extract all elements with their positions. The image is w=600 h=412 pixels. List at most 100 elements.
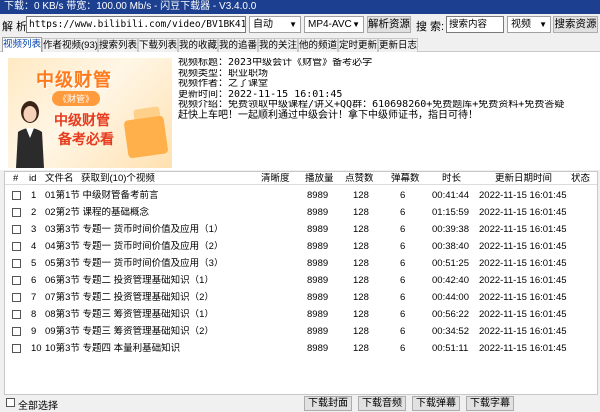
col-duration[interactable]: 时长 <box>442 173 461 184</box>
table-row[interactable]: 5 05第3节 专题一 货币时间价值及应用（3） 8989 128 6 00:5… <box>5 255 597 272</box>
table-row[interactable]: 8 08第3节 专题三 筹资管理基础知识（1） 8989 128 6 00:56… <box>5 306 597 323</box>
cell-name: 04第3节 专题一 货币时间价值及应用（2） <box>45 241 224 252</box>
video-meta: 视频标题：2023中级会计《财管》备考必学 视频类型：职业职场 视频作者：之了课… <box>178 58 598 121</box>
row-checkbox[interactable] <box>12 293 21 302</box>
url-input[interactable]: https://www.bilibili.com/video/BV1BK411Z… <box>26 16 246 33</box>
cell-plays: 8989 <box>307 343 329 354</box>
cell-updated: 2022-11-15 16:01:45 <box>479 292 567 303</box>
col-quality[interactable]: 清晰度 <box>261 173 290 184</box>
cell-plays: 8989 <box>307 207 329 218</box>
table-header: # id 文件名 获取到(10)个视频 清晰度 播放量 点赞数 弹幕数 时长 更… <box>5 172 597 185</box>
download-danmaku-button[interactable]: 下载弹幕 <box>412 396 460 411</box>
format-select[interactable]: MP4-AVC ▼ <box>304 16 364 33</box>
cell-updated: 2022-11-15 16:01:45 <box>479 326 567 337</box>
search-input[interactable]: 搜索内容 <box>446 16 504 33</box>
cell-id: 3 <box>31 224 37 235</box>
tab-my-favorites[interactable]: 我的收藏 <box>178 38 218 52</box>
cell-danmaku: 6 <box>400 309 406 320</box>
tab-search-list[interactable]: 搜索列表 <box>98 38 138 52</box>
window-title: 下载：0 KB/s 带宽：100.00 Mb/s - 闪豆下载器 - V3.4.… <box>4 1 257 12</box>
cell-plays: 8989 <box>307 190 329 201</box>
row-checkbox[interactable] <box>12 259 21 268</box>
cell-id: 7 <box>31 292 37 303</box>
col-plays[interactable]: 播放量 <box>305 173 334 184</box>
download-subtitle-button[interactable]: 下载字幕 <box>466 396 514 411</box>
cell-danmaku: 6 <box>400 190 406 201</box>
search-button[interactable]: 搜索资源 <box>553 16 598 33</box>
col-hash[interactable]: # <box>13 173 18 184</box>
table-row[interactable]: 1 01第1节 中级财管备考前言 8989 128 6 00:41:44 202… <box>5 187 597 204</box>
video-thumbnail: 中级财管 《财管》 中级财管 备考必看 <box>8 58 172 168</box>
cell-likes: 128 <box>353 309 369 320</box>
row-checkbox[interactable] <box>12 208 21 217</box>
row-checkbox[interactable] <box>12 276 21 285</box>
cell-likes: 128 <box>353 241 369 252</box>
cell-likes: 128 <box>353 207 369 218</box>
select-all-label[interactable]: 全部选择 <box>18 397 58 412</box>
download-cover-button[interactable]: 下载封面 <box>304 396 352 411</box>
video-updated: 更新时间：2022-11-15 16:01:45 <box>178 89 343 100</box>
col-status[interactable]: 状态 <box>571 173 590 184</box>
table-row[interactable]: 3 03第3节 专题一 货币时间价值及应用（1） 8989 128 6 00:3… <box>5 221 597 238</box>
video-title: 视频标题：2023中级会计《财管》备考必学 <box>178 58 373 68</box>
tab-scheduled-update[interactable]: 定时更新 <box>338 38 378 52</box>
table-row[interactable]: 6 06第3节 专题二 投资管理基础知识（1） 8989 128 6 00:42… <box>5 272 597 289</box>
tab-author-videos[interactable]: 作者视频(93) <box>42 38 98 52</box>
video-type: 视频类型：职业职场 <box>178 68 268 79</box>
cell-duration: 00:39:38 <box>432 224 469 235</box>
cell-danmaku: 6 <box>400 258 406 269</box>
col-fetched[interactable]: 获取到(10)个视频 <box>81 173 155 184</box>
row-checkbox[interactable] <box>12 344 21 353</box>
tab-video-list[interactable]: 视频列表 <box>2 37 42 53</box>
col-filename[interactable]: 文件名 <box>45 173 74 184</box>
table-row[interactable]: 4 04第3节 专题一 货币时间价值及应用（2） 8989 128 6 00:3… <box>5 238 597 255</box>
footer-bar: 全部选择 下载封面 下载音频 下载弹幕 下载字幕 <box>0 395 600 412</box>
cell-id: 1 <box>31 190 37 201</box>
toolbar: 解 析: https://www.bilibili.com/video/BV1B… <box>0 14 600 36</box>
row-checkbox[interactable] <box>12 327 21 336</box>
cell-duration: 00:51:11 <box>432 343 469 354</box>
cell-plays: 8989 <box>307 258 329 269</box>
tab-changelog[interactable]: 更新日志 <box>378 38 418 52</box>
table-row[interactable]: 2 02第2节 课程的基础概念 8989 128 6 01:15:59 2022… <box>5 204 597 221</box>
window-titlebar: 下载：0 KB/s 带宽：100.00 Mb/s - 闪豆下载器 - V3.4.… <box>0 0 600 14</box>
table-row[interactable]: 10 10第3节 专题四 本量利基础知识 8989 128 6 00:51:11… <box>5 340 597 357</box>
presenter-illustration <box>16 101 44 168</box>
tab-his-channel[interactable]: 他的频道 <box>298 38 338 52</box>
col-id[interactable]: id <box>29 173 36 184</box>
table-row[interactable]: 7 07第3节 专题二 投资管理基础知识（2） 8989 128 6 00:44… <box>5 289 597 306</box>
thumbnail-line3: 备考必看 <box>58 131 114 147</box>
cell-name: 05第3节 专题一 货币时间价值及应用（3） <box>45 258 224 269</box>
cell-duration: 00:56:22 <box>432 309 469 320</box>
cell-id: 4 <box>31 241 37 252</box>
tab-bar: 视频列表 作者视频(93) 搜索列表 下载列表 我的收藏 我的追番 我的关注 他… <box>0 37 600 53</box>
col-likes[interactable]: 点赞数 <box>345 173 374 184</box>
row-checkbox[interactable] <box>12 310 21 319</box>
tab-download-list[interactable]: 下载列表 <box>138 38 178 52</box>
row-checkbox[interactable] <box>12 191 21 200</box>
cell-plays: 8989 <box>307 326 329 337</box>
cell-danmaku: 6 <box>400 292 406 303</box>
select-all-checkbox[interactable] <box>6 398 15 407</box>
row-checkbox[interactable] <box>12 225 21 234</box>
cell-id: 10 <box>31 343 42 354</box>
quality-select[interactable]: 自动 ▼ <box>249 16 301 33</box>
table-row[interactable]: 9 09第3节 专题三 筹资管理基础知识（2） 8989 128 6 00:34… <box>5 323 597 340</box>
cell-duration: 01:15:59 <box>432 207 469 218</box>
cell-danmaku: 6 <box>400 241 406 252</box>
parse-button[interactable]: 解析资源 <box>367 16 411 33</box>
thumbnail-decoration <box>123 115 169 159</box>
col-updated[interactable]: 更新日期时间 <box>495 173 552 184</box>
search-type-select[interactable]: 视频 ▼ <box>507 16 551 33</box>
tab-my-bangumi[interactable]: 我的追番 <box>218 38 258 52</box>
thumbnail-badge: 《财管》 <box>52 91 101 106</box>
row-checkbox[interactable] <box>12 242 21 251</box>
tab-my-follows[interactable]: 我的关注 <box>258 38 298 52</box>
chevron-down-icon: ▼ <box>352 20 360 29</box>
cell-likes: 128 <box>353 326 369 337</box>
cell-updated: 2022-11-15 16:01:45 <box>479 275 567 286</box>
cell-updated: 2022-11-15 16:01:45 <box>479 258 567 269</box>
cell-likes: 128 <box>353 258 369 269</box>
col-danmaku[interactable]: 弹幕数 <box>391 173 420 184</box>
download-audio-button[interactable]: 下载音频 <box>358 396 406 411</box>
